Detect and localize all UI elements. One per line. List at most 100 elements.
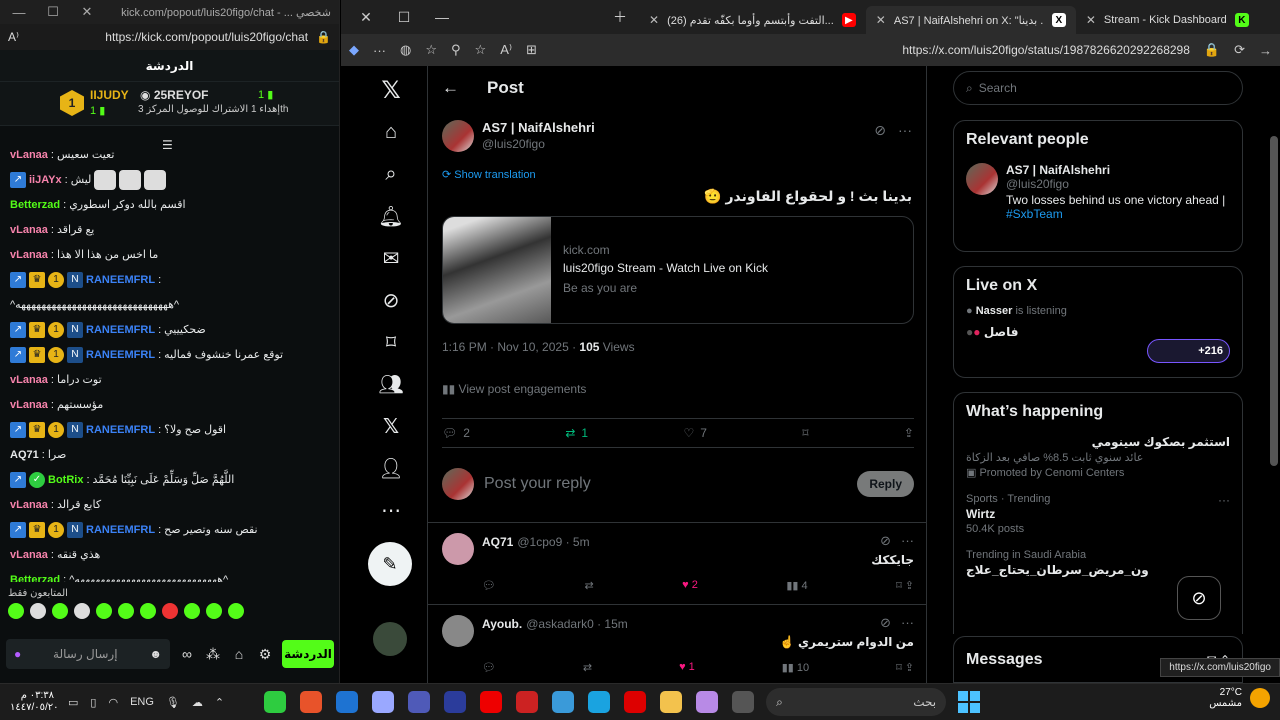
premium-icon[interactable]: 𝕏 [366,414,416,444]
emote-icon[interactable] [74,603,90,619]
favorites-icon[interactable]: ☆ [425,42,437,58]
mic-tray-icon[interactable]: 🎙︎ [166,696,180,709]
bookmark-action[interactable]: ⌑ [802,426,808,440]
new-tab-icon[interactable]: ＋ [601,7,639,27]
chat-message[interactable]: Betterzad: ^ههههههههههههههههههههههههههههه… [0,567,339,583]
settings-icon[interactable]: ⚙ [256,646,274,663]
close-window-icon[interactable]: ✕ [347,9,385,26]
tab-youtube[interactable]: ✕ (26) التفت وأبتسم وأوما بكفّه تقدم... … [639,6,866,34]
close-icon[interactable]: ✕ [76,4,98,20]
author-avatar[interactable] [442,120,474,152]
relevant-avatar[interactable] [966,163,998,195]
address-input[interactable]: https://x.com/luis20figo/status/19878266… [551,43,1190,57]
emote-icon[interactable] [96,603,112,619]
trend-more-icon[interactable]: ··· [1218,493,1230,507]
chat-username[interactable]: Betterzad [10,199,60,211]
users-icon[interactable]: ⁂ [204,646,222,663]
repost-action[interactable]: ⇄ 1 [565,426,588,440]
chat-message[interactable]: vLanaa: هذي قنقه [0,542,339,567]
account-avatar[interactable] [373,622,407,656]
chat-username[interactable]: BotRix [48,474,83,486]
close-tab-icon[interactable]: ✕ [649,13,659,27]
clock[interactable]: ٠٣:٣٨ م ١٤٤٧/٠٥/٢٠ [10,690,59,714]
messages-icon[interactable]: ✉ [366,246,416,276]
netflix-icon[interactable] [624,691,647,713]
maximize-icon[interactable]: ☐ [42,4,64,20]
chat-message[interactable]: ↗ iiJAYx: ليش [0,167,339,192]
link-icon[interactable]: ∞ [178,646,196,662]
grok-explain-icon[interactable]: ⊘ [880,533,891,549]
grok-explain-icon[interactable]: ⊘ [880,615,891,631]
app-icon[interactable] [552,691,575,713]
refresh-icon[interactable]: ⟳ [1234,42,1245,58]
app-icon[interactable] [444,691,467,713]
chat-username[interactable]: Betterzad [10,574,60,583]
youtube-app-icon[interactable] [480,691,503,713]
cloud-icon[interactable]: ☁ [192,696,203,709]
read-aloud-icon[interactable]: A⁾ [500,42,512,58]
promoted-trend[interactable]: استثمر بصكوك سينومي عائد سنوي ثابت 8.5% … [966,435,1230,479]
repost-icon[interactable]: ⇄ [584,579,593,592]
app-icon[interactable] [372,691,395,713]
back-arrow-icon[interactable]: ← [442,78,459,98]
hashtag-link[interactable]: #SxbTeam [1006,207,1063,221]
reader-icon[interactable]: A⁾ [8,30,19,44]
more-icon[interactable]: ··· [373,43,386,58]
post-more-icon[interactable]: ··· [898,122,912,139]
leader2-name[interactable]: ◉ 25REYOF [140,88,209,102]
chat-username[interactable]: vLanaa [10,224,48,236]
notifications-icon[interactable]: 🔔︎ [366,204,416,234]
chat-message[interactable]: Betterzad: اقسم بالله دوكر اسطوري [0,192,339,217]
app-icon[interactable] [408,691,431,713]
chat-username[interactable]: RANEEMFRL [86,424,155,436]
store-icon[interactable]: ⌂ [230,646,248,662]
emote-icon[interactable] [30,603,46,619]
emote-icon[interactable] [52,603,68,619]
reply-author-name[interactable]: AQ71 [482,535,513,549]
grok-explain-icon[interactable]: ⊘ [874,122,886,139]
repost-icon[interactable]: ⇄ [583,661,592,674]
relevant-handle[interactable]: @luis20figo [1006,177,1230,191]
link-card[interactable]: kick.com luis20figo Stream - Watch Live … [442,216,914,324]
outlook-icon[interactable] [336,691,359,713]
emote-icon[interactable] [162,603,178,619]
author-handle[interactable]: @luis20figo [482,137,595,151]
taskbar-search[interactable]: ⌕ بحث [766,688,947,716]
reply-icon[interactable]: 💬︎ [482,661,496,674]
minimize-window-icon[interactable]: — [423,9,461,25]
emote-icon[interactable] [8,603,24,619]
chat-input[interactable]: ● إرسال رسالة ☻ [6,639,170,669]
chat-message[interactable]: AQ71: صرا [0,442,339,467]
post-author[interactable]: AS7 | NaifAlshehri @luis20figo [442,120,595,152]
like-action[interactable]: ♥ 1 [679,661,695,674]
relevant-name[interactable]: AS7 | NaifAlshehri [1006,163,1230,177]
views-action[interactable]: ▮▮ 4 [786,579,807,592]
chat-username[interactable]: vLanaa [10,374,48,386]
emote-icon[interactable] [118,603,134,619]
send-chat-button[interactable]: الدردشة [282,640,334,668]
emote-row[interactable] [8,603,332,619]
author-name[interactable]: AS7 | NaifAlshehri [482,120,595,135]
windows-start-icon[interactable] [958,691,981,713]
reply-avatar[interactable] [442,615,474,647]
weather-widget[interactable]: 27°C مشمس [1209,687,1270,709]
wifi-icon[interactable]: ◠ [108,696,118,709]
live-host-row[interactable]: ● Nasser is listening [966,305,1230,317]
edge-icon[interactable] [588,691,611,713]
add-favorite-icon[interactable]: ☆ [475,42,487,58]
chat-username[interactable]: RANEEMFRL [86,324,155,336]
chat-message[interactable]: ↗ ♛ 1 N RANEEMFRL: ضحكيييي [0,317,339,342]
mic-icon[interactable]: ● [14,647,21,661]
chat-username[interactable]: RANEEMFRL [86,524,155,536]
chat-url[interactable]: https://kick.com/popout/luis20figo/chat [27,30,308,44]
copilot-icon[interactable]: ◆ [349,42,359,58]
chat-message[interactable]: ↗ ♛ 1 N RANEEMFRL: نقص سنه وتصير صح [0,517,339,542]
minimize-icon[interactable]: — [8,5,30,20]
chat-username[interactable]: RANEEMFRL [86,349,155,361]
more-options-icon[interactable]: ⋯ [366,498,416,528]
view-engagements-link[interactable]: ▮▮ View post engagements [442,382,586,396]
brave-icon[interactable] [300,691,323,713]
explore-icon[interactable]: ⌕ [366,163,416,193]
chat-username[interactable]: vLanaa [10,249,48,261]
trend-item[interactable]: Sports · Trending Wirtz 50.4K posts ··· [966,493,1230,535]
